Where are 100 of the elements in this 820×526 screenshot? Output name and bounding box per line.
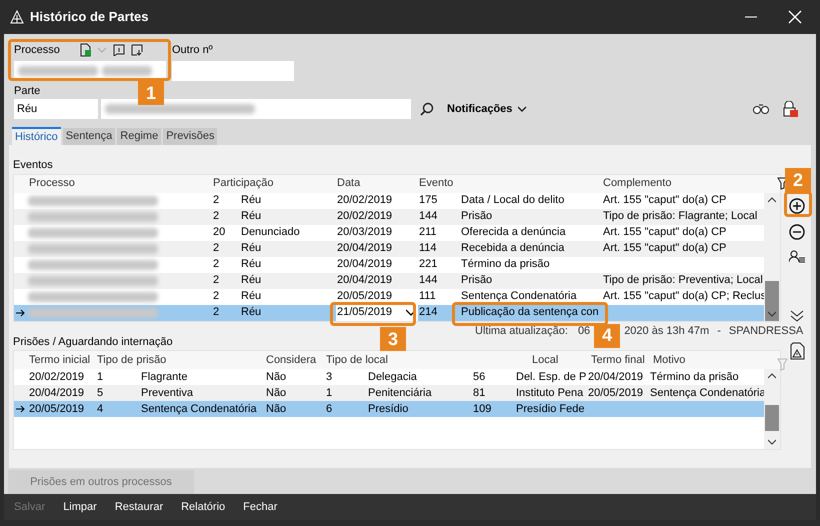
table-cell: Instituto Pena	[515, 386, 584, 399]
footer-button[interactable]: Fechar	[243, 498, 278, 516]
column-header[interactable]: Considera	[265, 354, 318, 366]
table-cell: Réu	[240, 210, 262, 222]
table-cell: Art. 155 "caput" do(a) CP	[602, 194, 728, 206]
window-title: Histórico de Partes	[30, 8, 148, 26]
other-number-field[interactable]	[172, 60, 294, 80]
table-cell: 1	[325, 386, 334, 399]
separator-text: -	[717, 324, 721, 340]
scroll-down-icon[interactable]	[768, 439, 776, 445]
table-cell: 20	[212, 226, 226, 238]
collapse-icon[interactable]	[790, 310, 804, 322]
table-cell: 20/04/2019	[28, 386, 86, 399]
table-cell: Delegacia	[367, 370, 418, 383]
table-cell: 144	[418, 274, 438, 286]
tab[interactable]: Sentença	[62, 128, 116, 145]
tab[interactable]: Histórico	[12, 127, 61, 145]
table-cell: Oferecida a denúncia	[460, 226, 567, 238]
party-type-field[interactable]: Réu	[14, 99, 98, 119]
table-row[interactable]: 2 Réu 20/02/2019 175 Data / Local do delito Art. 155 "caput" do(a) CP	[14, 192, 764, 208]
column-header[interactable]: Tipo de prisão	[96, 354, 168, 366]
callout-number: 4	[594, 324, 620, 348]
document-icon[interactable]	[78, 43, 92, 58]
table-row[interactable]: 20/04/2019 5 Preventiva Não 1 Penitenciária 81 Instituto Pena 20/05/2019 Sentença Condenatória	[14, 385, 764, 401]
table-cell: 20/05/2019	[336, 290, 394, 302]
table-cell: Preventiva	[140, 386, 194, 399]
row-pointer-icon	[16, 308, 26, 316]
table-cell: Réu	[240, 194, 262, 206]
remove-icon[interactable]	[789, 224, 805, 240]
table-cell: 20/03/2019	[336, 226, 394, 238]
table-cell: Tipo de prisão: Flagrante; Local	[602, 210, 758, 222]
column-header[interactable]: Data	[336, 177, 362, 190]
tab[interactable]: Regime	[117, 128, 162, 145]
info-note-icon[interactable]	[112, 44, 125, 56]
table-row[interactable]: 2 Réu 20/04/2019 144 Prisão Tipo de prisão: Preventiva; Local	[14, 272, 764, 288]
table-cell: Data / Local do delito	[460, 194, 566, 206]
add-icon[interactable]	[789, 198, 805, 214]
table-cell: 211	[418, 226, 438, 238]
scroll-thumb[interactable]	[765, 280, 779, 320]
table-cell: Término da prisão	[649, 370, 740, 383]
update-time: 2020 às 13h 47m	[624, 324, 710, 340]
field-label: Outro nº	[172, 43, 214, 58]
table-cell: 20/04/2019	[587, 370, 644, 383]
warning-document-icon[interactable]	[789, 342, 805, 360]
footer-button[interactable]: Restaurar	[114, 498, 164, 516]
table-row[interactable]: 20 Denunciado 20/03/2019 211 Oferecida a denúncia Art. 155 "caput" do(a) CP	[14, 224, 764, 240]
table-cell: 2	[212, 306, 220, 318]
column-header[interactable]: Motivo	[652, 354, 686, 366]
close-icon[interactable]	[788, 10, 802, 24]
table-row[interactable]: 2 Réu 21/05/2019 214 Publicação da sentença con	[14, 304, 764, 320]
column-header[interactable]: Termo inicial	[28, 354, 92, 366]
column-header[interactable]: Evento	[418, 177, 454, 190]
search-icon[interactable]	[420, 102, 434, 116]
update-date: 06	[578, 324, 590, 340]
footer-button[interactable]: Relatório	[181, 498, 226, 516]
table-cell: 5	[96, 386, 104, 399]
column-header[interactable]: Complemento	[602, 177, 672, 190]
column-header[interactable]: Tipo de local	[325, 354, 389, 366]
table-cell: 114	[418, 242, 438, 254]
blurred-text	[102, 66, 152, 76]
table-cell: Art. 155 "caput" do(a) CP	[602, 226, 728, 238]
footer-button[interactable]: Limpar	[63, 498, 97, 516]
table-cell: 20/04/2019	[336, 274, 394, 286]
column-header[interactable]: Termo final	[590, 354, 646, 366]
column-header[interactable]: Local	[532, 354, 558, 366]
tab[interactable]: Previsões	[163, 128, 218, 145]
scroll-up-icon[interactable]	[768, 373, 776, 379]
callout-number: 1	[138, 81, 164, 105]
app-logo-icon	[10, 10, 24, 24]
table-cell: 221	[418, 258, 438, 270]
table-cell: 3	[325, 370, 334, 383]
process-number-field[interactable]	[14, 60, 166, 80]
handcuffs-icon[interactable]	[753, 102, 769, 116]
scrollbar[interactable]	[764, 369, 780, 449]
table-cell: Prisão	[460, 210, 494, 222]
table-row[interactable]: 20/05/2019 4 Sentença Condenatória Não 6 Presídio 109 Presídio Fede	[14, 401, 764, 417]
table-cell: Não	[265, 370, 288, 383]
table-row[interactable]: 2 Réu 20/02/2019 144 Prisão Tipo de prisão: Flagrante; Local	[14, 208, 764, 224]
scroll-up-icon[interactable]	[768, 196, 776, 202]
table-cell: 214	[418, 306, 438, 318]
table-cell: 1	[96, 370, 104, 383]
column-header[interactable]: Participação	[212, 177, 275, 190]
dropdown-icon[interactable]	[406, 309, 416, 316]
table-cell: Denunciado	[240, 226, 301, 238]
table-cell: Sentença Condenatória	[649, 386, 767, 399]
party-name-field[interactable]	[101, 99, 411, 119]
table-cell: Tipo de prisão: Preventiva; Local	[602, 274, 764, 286]
lock-badge-icon[interactable]	[782, 101, 798, 117]
person-list-icon[interactable]	[789, 250, 805, 264]
table-cell: 111	[418, 290, 437, 302]
notifications-button[interactable]: Notificações	[447, 100, 528, 118]
download-note-icon[interactable]	[130, 44, 143, 56]
table-cell: Sentença Condenatória	[140, 402, 258, 415]
scroll-thumb[interactable]	[765, 405, 779, 431]
table-cell: 175	[418, 194, 438, 206]
scrollbar[interactable]	[764, 192, 780, 320]
table-row[interactable]: 2 Réu 20/04/2019 221 Término da prisão	[14, 256, 764, 272]
table-cell: 20/04/2019	[336, 258, 394, 270]
column-header[interactable]: Processo	[28, 177, 76, 190]
table-row[interactable]: 2 Réu 20/04/2019 114 Recebida a denúncia Art. 155 "caput" do(a) CP	[14, 240, 764, 256]
